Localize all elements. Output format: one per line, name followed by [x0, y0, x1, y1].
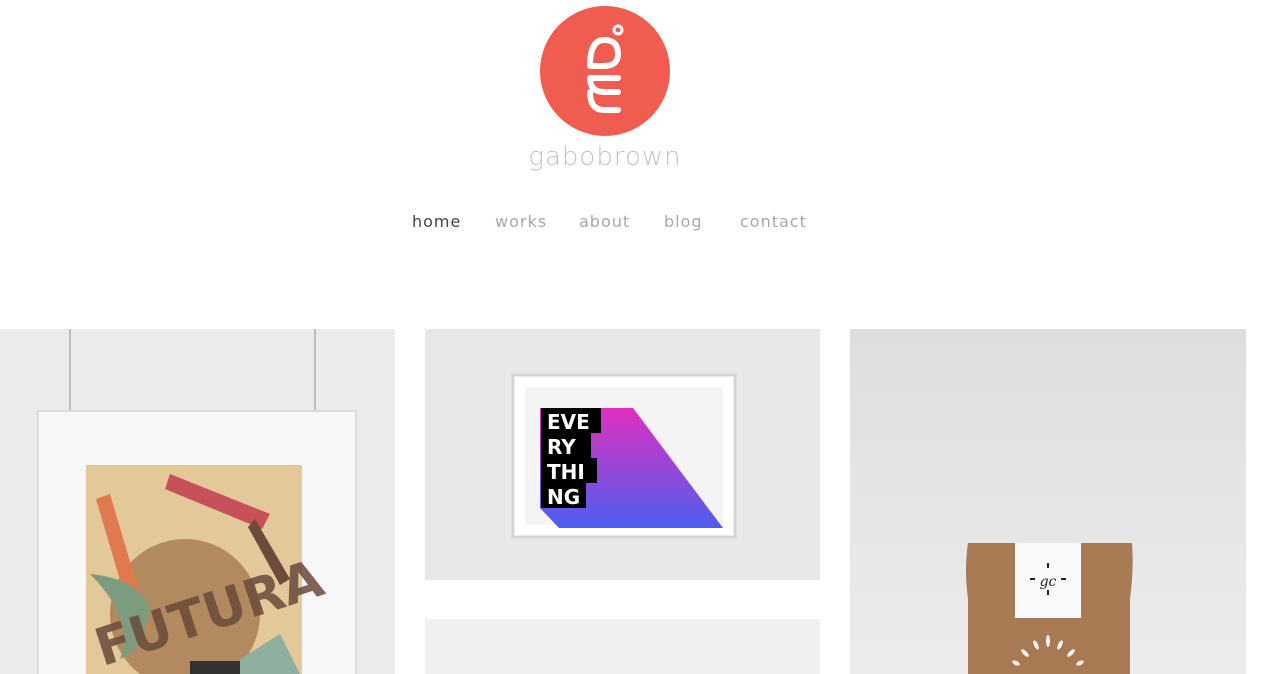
nav-about[interactable]: about [579, 212, 630, 231]
everything-line-3: THI [547, 460, 585, 484]
everything-line-4: NG [547, 485, 580, 509]
gm-logo-icon [540, 6, 670, 136]
nav-blog[interactable]: blog [664, 212, 703, 231]
everything-line-2: RY [547, 435, 576, 459]
portfolio-tile-futura[interactable]: FUTURA [0, 329, 395, 674]
coffee-label-text: gc [1040, 574, 1057, 590]
main-nav: home works about blog contact [0, 212, 1270, 242]
everything-line-1: EVE [547, 410, 590, 434]
portfolio-tile-blank[interactable] [425, 619, 820, 674]
portfolio-tile-everything[interactable]: EVE RY THI NG [425, 329, 820, 580]
nav-works[interactable]: works [495, 212, 547, 231]
portfolio-tile-coffee[interactable]: gc [850, 329, 1246, 674]
everything-print-image: EVE RY THI NG [425, 329, 820, 580]
site-header: gabobrown [0, 0, 1270, 190]
coffee-pouch-image: gc [850, 329, 1246, 674]
nav-home[interactable]: home [412, 212, 461, 231]
brand-name: gabobrown [528, 142, 682, 172]
futura-poster-image: FUTURA [0, 329, 395, 674]
nav-contact[interactable]: contact [740, 212, 807, 231]
